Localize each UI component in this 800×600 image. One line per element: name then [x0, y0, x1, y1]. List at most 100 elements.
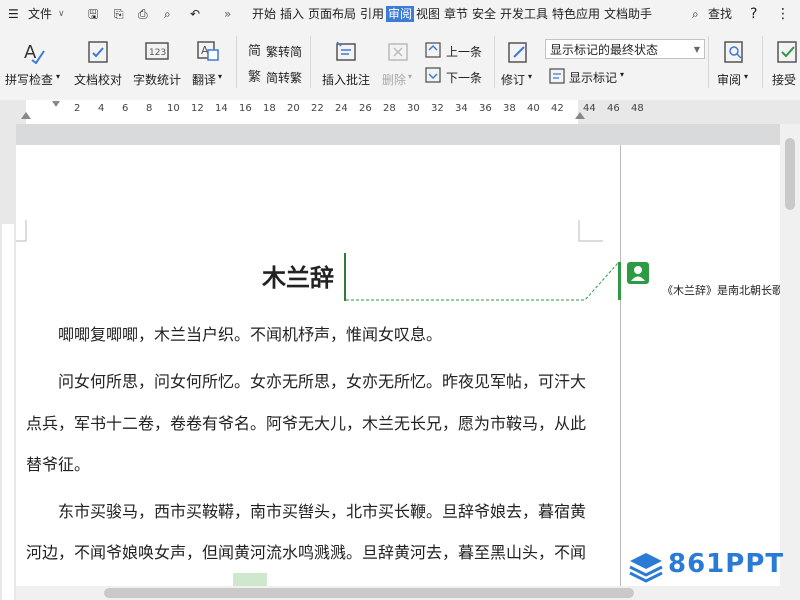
comment-pane: [620, 145, 781, 600]
search-label[interactable]: 查找: [708, 6, 732, 22]
paragraph-line[interactable]: 点兵，军书十二卷，卷卷有爷名。阿爷无大儿，木兰无长兄，愿为市鞍马，从此: [26, 414, 586, 434]
next-comment-button[interactable]: 下一条: [446, 69, 482, 86]
document-title[interactable]: 木兰辞: [262, 263, 334, 293]
chevron-down-icon[interactable]: ▾: [218, 72, 222, 81]
doc-proof-button[interactable]: 文档校对: [74, 71, 122, 88]
delete-button[interactable]: 删除: [382, 71, 406, 88]
ruler-number: 30: [407, 103, 420, 114]
paragraph-line[interactable]: 唧唧复唧唧，木兰当户织。不闻机杼声，惟闻女叹息。: [58, 325, 442, 345]
ruler-number: 10: [167, 103, 180, 114]
spell-check-button[interactable]: 拼写检查: [5, 71, 53, 88]
revise-button[interactable]: 修订: [501, 71, 525, 88]
tab-insert[interactable]: 插入: [280, 6, 304, 22]
ruler-number: 38: [503, 103, 516, 114]
prev-comment-button[interactable]: 上一条: [446, 43, 482, 60]
review-pane-icon[interactable]: [722, 40, 746, 64]
insert-comment-icon[interactable]: [334, 40, 358, 64]
review-pane-button[interactable]: 审阅: [717, 71, 741, 88]
hamburger-icon[interactable]: ☰: [8, 6, 19, 22]
paragraph-line[interactable]: 河边，不闻爷娘唤女声，但闻黄河流水鸣溅溅。旦辞黄河去，暮至黑山头，不闻: [26, 543, 586, 563]
indent-marker-icon[interactable]: [21, 112, 31, 119]
prev-comment-icon[interactable]: [424, 41, 442, 59]
text-cursor: [344, 253, 346, 301]
comment-text[interactable]: 《木兰辞》是南北朝长歌: [662, 282, 783, 298]
menu-bar: ☰ 文件 ∨ 🖫 ⎘ ⎙ ⌕ ↶ » 开始 插入 页面布局 引用 审阅 视图 章…: [0, 0, 800, 28]
print-preview-icon[interactable]: ⌕: [164, 6, 171, 22]
trad-to-simp-icon[interactable]: 简: [248, 42, 264, 58]
translate-button[interactable]: 翻译: [192, 71, 216, 88]
watermark-logo: 861PPT: [628, 549, 793, 584]
scrollbar-thumb[interactable]: [785, 138, 795, 210]
tab-special[interactable]: 特色应用: [552, 6, 600, 22]
ribbon: A 拼写检查 ▾ 文档校对 123 字数统计 A 翻译 ▾ 简 繁转简 繁 简转…: [0, 28, 800, 101]
tab-view[interactable]: 视图: [416, 6, 440, 22]
vertical-scrollbar[interactable]: [780, 124, 800, 600]
svg-text:简: 简: [248, 43, 261, 58]
svg-text:123: 123: [149, 48, 166, 58]
show-markup-button[interactable]: 显示标记: [569, 69, 617, 86]
tab-review[interactable]: 审阅: [386, 6, 415, 22]
simp-to-trad-button[interactable]: 简转繁: [266, 69, 302, 86]
insert-comment-button[interactable]: 插入批注: [322, 71, 370, 88]
trad-to-simp-button[interactable]: 繁转简: [266, 43, 302, 60]
ruler-number: 2: [74, 103, 81, 114]
help-icon[interactable]: ?: [750, 6, 757, 22]
ruler-number: 20: [287, 103, 300, 114]
tab-security[interactable]: 安全: [472, 6, 496, 22]
ruler-number: 24: [335, 103, 348, 114]
ribbon-divider: [708, 36, 709, 88]
paragraph-line[interactable]: 替爷征。: [26, 455, 90, 475]
chevron-down-icon[interactable]: ∨: [58, 6, 65, 22]
undo-icon[interactable]: ↶: [190, 6, 200, 22]
delete-comment-icon[interactable]: [386, 40, 410, 64]
tab-page-layout[interactable]: 页面布局: [308, 6, 356, 22]
paragraph-line[interactable]: 问女何所思，问女何所忆。女亦无所思，女亦无所忆。昨夜见军帖，可汗大: [58, 372, 586, 392]
simp-to-trad-icon[interactable]: 繁: [248, 68, 264, 84]
translate-icon[interactable]: A: [196, 40, 220, 64]
search-icon[interactable]: ⌕: [692, 6, 699, 22]
print-icon[interactable]: ⎙: [138, 6, 148, 22]
chevron-down-icon[interactable]: ▾: [408, 72, 412, 81]
ruler-number: 46: [607, 103, 620, 114]
word-count-button[interactable]: 字数统计: [133, 71, 181, 88]
selection-highlight: [233, 573, 267, 587]
horizontal-ruler[interactable]: 2 4 6 8 10 12 14 16 18 20 22 24 26 28 30…: [0, 100, 800, 125]
save-icon[interactable]: 🖫: [88, 6, 98, 22]
doc-proof-icon[interactable]: [86, 40, 110, 64]
next-comment-icon[interactable]: [424, 66, 442, 84]
word-count-icon[interactable]: 123: [144, 40, 170, 64]
ruler-text-area: [2, 224, 14, 600]
file-menu[interactable]: 文件: [28, 6, 52, 22]
chevron-down-icon[interactable]: ▾: [56, 72, 60, 81]
user-avatar-icon[interactable]: [627, 262, 649, 284]
comment-bar: [618, 262, 621, 300]
display-state-value: 显示标记的最终状态: [550, 43, 659, 57]
tab-doc-assistant[interactable]: 文档助手: [604, 6, 652, 22]
format-painter-icon[interactable]: ⎘: [114, 6, 124, 22]
accept-button[interactable]: 接受: [772, 71, 796, 88]
tab-home[interactable]: 开始: [252, 6, 276, 22]
paragraph-line[interactable]: 东市买骏马，西市买鞍鞯，南市买辔头，北市买长鞭。旦辞爷娘去，暮宿黄: [58, 502, 586, 522]
show-markup-icon[interactable]: [549, 68, 565, 84]
more-options-icon[interactable]: ⋮: [776, 6, 790, 22]
revise-icon[interactable]: [506, 40, 530, 64]
chevron-down-icon: ▼: [693, 45, 700, 54]
scrollbar-thumb[interactable]: [104, 588, 634, 598]
tab-references[interactable]: 引用: [360, 6, 384, 22]
chevron-down-icon[interactable]: ▾: [744, 72, 748, 81]
ruler-number: 4: [98, 103, 105, 114]
accept-icon[interactable]: [776, 40, 800, 64]
tab-developer[interactable]: 开发工具: [500, 6, 548, 22]
svg-text:A: A: [24, 42, 37, 63]
chevron-down-icon[interactable]: ▾: [620, 70, 624, 79]
ruler-number: 6: [122, 103, 129, 114]
vertical-ruler[interactable]: [0, 124, 17, 600]
display-state-select[interactable]: 显示标记的最终状态 ▼: [545, 39, 705, 59]
tab-chapter[interactable]: 章节: [444, 6, 468, 22]
first-line-indent-icon[interactable]: [52, 101, 60, 107]
horizontal-scrollbar[interactable]: [16, 586, 780, 600]
ruler-number: 14: [215, 103, 228, 114]
chevron-down-icon[interactable]: ▾: [528, 72, 532, 81]
spell-check-icon[interactable]: A: [22, 40, 46, 64]
more-icon[interactable]: »: [224, 6, 231, 22]
